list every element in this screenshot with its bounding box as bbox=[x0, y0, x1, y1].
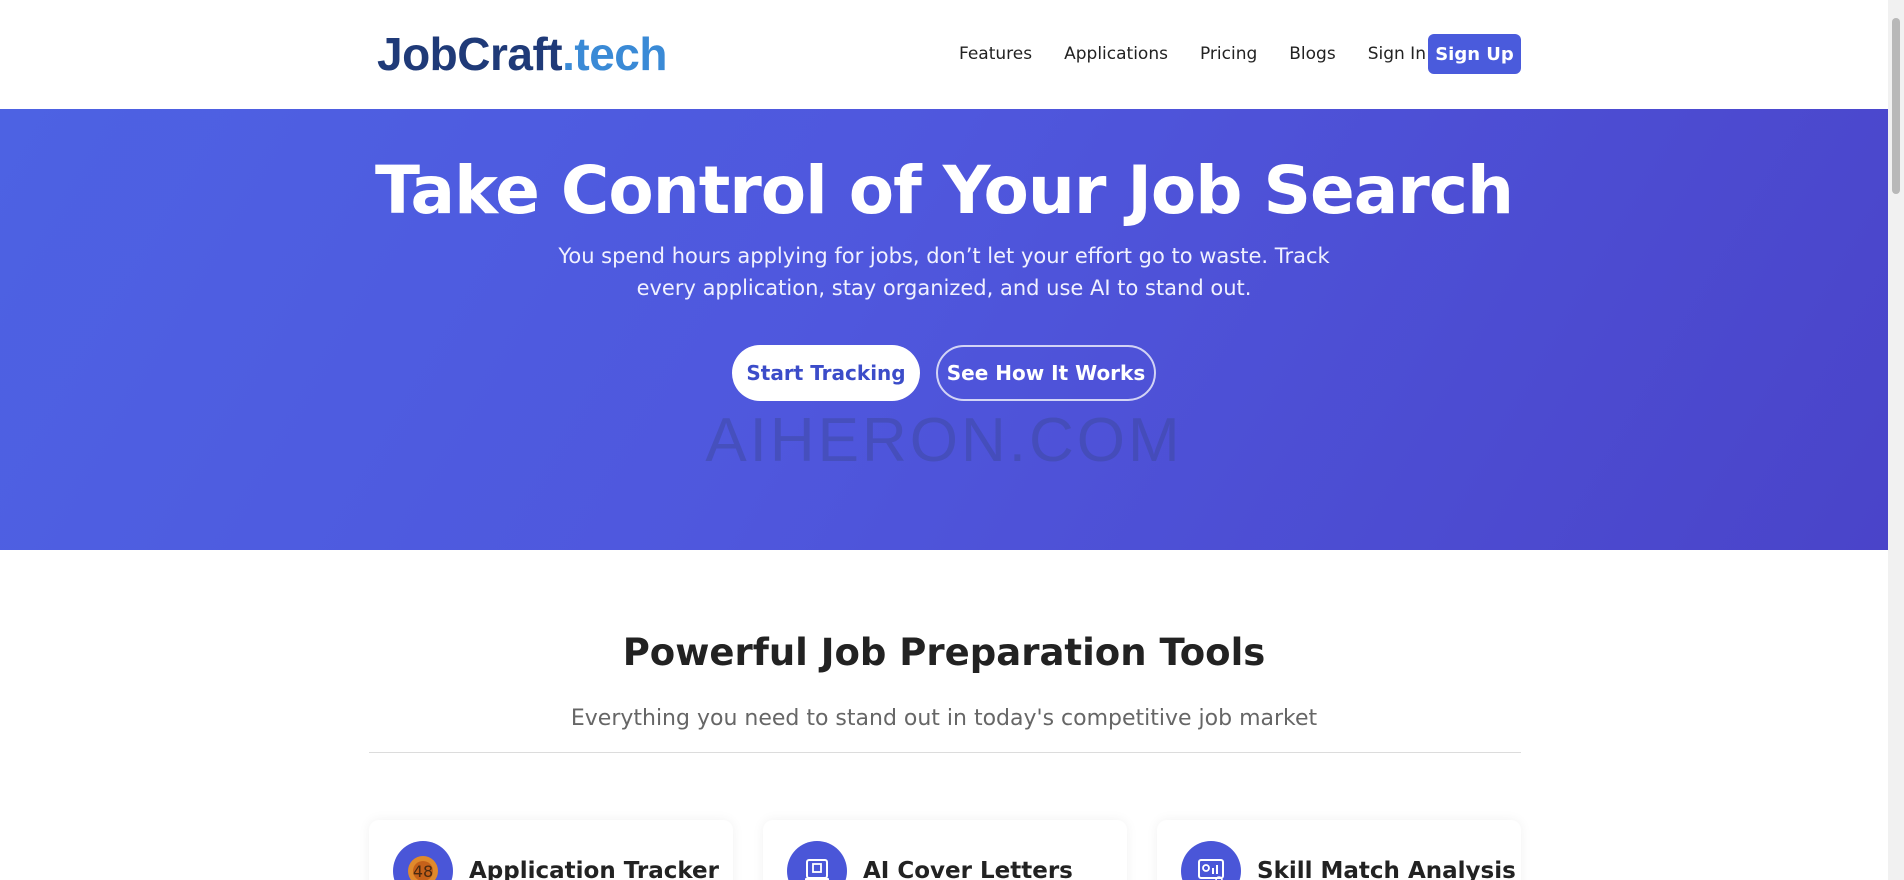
nav-sign-in[interactable]: Sign In bbox=[1368, 44, 1426, 64]
page-scrollbar[interactable] bbox=[1888, 0, 1904, 880]
feature-card-skill-match-analysis[interactable]: Skill Match Analysis bbox=[1157, 820, 1521, 880]
hero-subtitle: You spend hours applying for jobs, don’t… bbox=[558, 244, 1330, 300]
scrollbar-thumb[interactable] bbox=[1892, 18, 1900, 194]
skill-analysis-icon bbox=[1181, 841, 1241, 880]
nav-pricing[interactable]: Pricing bbox=[1200, 44, 1257, 64]
logo-tld: .tech bbox=[562, 28, 667, 80]
section-divider bbox=[369, 752, 1521, 753]
hero-section: Take Control of Your Job Search You spen… bbox=[0, 109, 1888, 550]
start-tracking-button[interactable]: Start Tracking bbox=[732, 345, 920, 401]
feature-card-title: Skill Match Analysis bbox=[1257, 858, 1516, 880]
nav-applications[interactable]: Applications bbox=[1064, 44, 1168, 64]
sign-up-button[interactable]: Sign Up bbox=[1428, 34, 1521, 74]
feature-card-title: Application Tracker bbox=[469, 858, 719, 880]
cover-letter-icon bbox=[787, 841, 847, 880]
tools-section-subtitle: Everything you need to stand out in toda… bbox=[570, 706, 1318, 731]
feature-card-title: AI Cover Letters bbox=[863, 858, 1073, 880]
nav-blogs[interactable]: Blogs bbox=[1289, 44, 1335, 64]
nav-features[interactable]: Features bbox=[959, 44, 1032, 64]
logo[interactable]: JobCraft.tech bbox=[377, 28, 667, 80]
tracker-icon: 48 bbox=[393, 841, 453, 880]
svg-text:48: 48 bbox=[413, 862, 433, 880]
feature-card-ai-cover-letters[interactable]: AI Cover Letters bbox=[763, 820, 1127, 880]
feature-card-application-tracker[interactable]: 48 Application Tracker bbox=[369, 820, 733, 880]
main-nav: Features Applications Pricing Blogs Sign… bbox=[959, 34, 1458, 74]
logo-brand: JobCraft bbox=[377, 28, 563, 80]
watermark: AIHERON.COM bbox=[705, 406, 1183, 475]
hero-title: Take Control of Your Job Search bbox=[375, 152, 1514, 229]
site-header: JobCraft.tech Features Applications Pric… bbox=[0, 0, 1888, 109]
tools-section-title: Powerful Job Preparation Tools bbox=[622, 631, 1266, 674]
see-how-it-works-button[interactable]: See How It Works bbox=[936, 345, 1156, 401]
